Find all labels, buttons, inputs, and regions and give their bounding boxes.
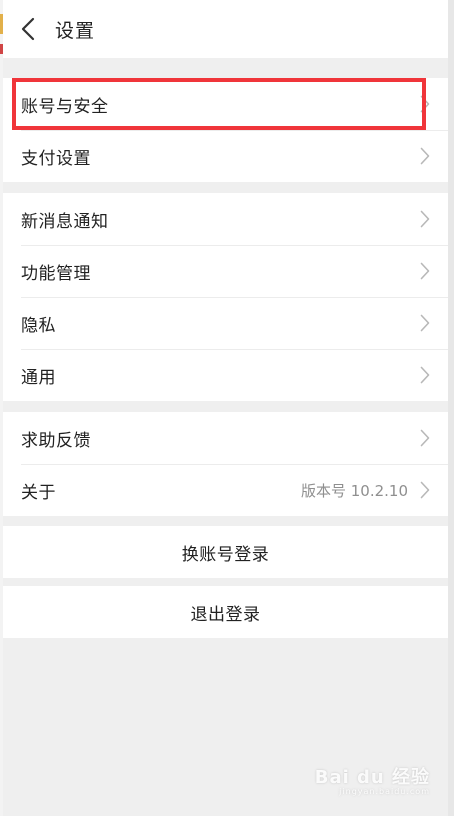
baidu-jingyan-watermark: Bai du 经验 jingyan.baidu.com	[315, 763, 430, 796]
row-privacy[interactable]: 隐私	[3, 297, 448, 349]
row-label: 新消息通知	[21, 211, 109, 232]
chevron-right-icon	[420, 429, 430, 447]
settings-group-help: 求助反馈 关于 版本号 10.2.10	[3, 412, 448, 516]
settings-group-general: 新消息通知 功能管理 隐私 通用	[3, 193, 448, 401]
switch-account-button[interactable]: 换账号登录	[3, 526, 448, 578]
row-label: 功能管理	[21, 263, 91, 284]
row-help-feedback[interactable]: 求助反馈	[3, 412, 448, 464]
version-number: 版本号 10.2.10	[300, 481, 408, 500]
watermark-url: jingyan.baidu.com	[339, 787, 430, 796]
chevron-right-icon	[420, 481, 430, 499]
chevron-right-icon	[420, 366, 430, 384]
settings-screen: 设置 账号与安全 支付设置 新消息通知 功能管理 隐私 通用 求助反馈 关于 版…	[0, 0, 454, 816]
chevron-right-icon	[420, 210, 430, 228]
logout-button[interactable]: 退出登录	[3, 586, 448, 638]
row-payment-settings[interactable]: 支付设置	[3, 130, 448, 182]
chevron-right-icon	[420, 314, 430, 332]
row-feature-management[interactable]: 功能管理	[3, 245, 448, 297]
chevron-right-icon	[420, 262, 430, 280]
watermark-brand: Bai du 经验	[314, 767, 430, 788]
page-title: 设置	[55, 19, 96, 42]
logout-label: 退出登录	[190, 604, 261, 625]
row-about[interactable]: 关于 版本号 10.2.10	[3, 464, 448, 516]
settings-group-account: 账号与安全 支付设置	[3, 78, 448, 182]
right-edge	[448, 0, 454, 816]
chevron-right-icon	[420, 147, 430, 165]
switch-account-label: 换账号登录	[181, 544, 270, 565]
row-new-message-notification[interactable]: 新消息通知	[3, 193, 448, 245]
row-general[interactable]: 通用	[3, 349, 448, 401]
chevron-right-icon	[420, 95, 430, 113]
row-label: 支付设置	[21, 148, 91, 169]
top-bar: 设置	[3, 0, 448, 58]
row-label: 求助反馈	[21, 430, 91, 451]
back-button[interactable]	[3, 0, 53, 58]
row-label: 隐私	[21, 315, 56, 336]
row-account-security[interactable]: 账号与安全	[3, 78, 448, 130]
chevron-left-icon	[21, 17, 35, 41]
row-label: 关于	[21, 482, 56, 503]
row-label: 账号与安全	[21, 96, 109, 117]
row-label: 通用	[21, 367, 56, 388]
